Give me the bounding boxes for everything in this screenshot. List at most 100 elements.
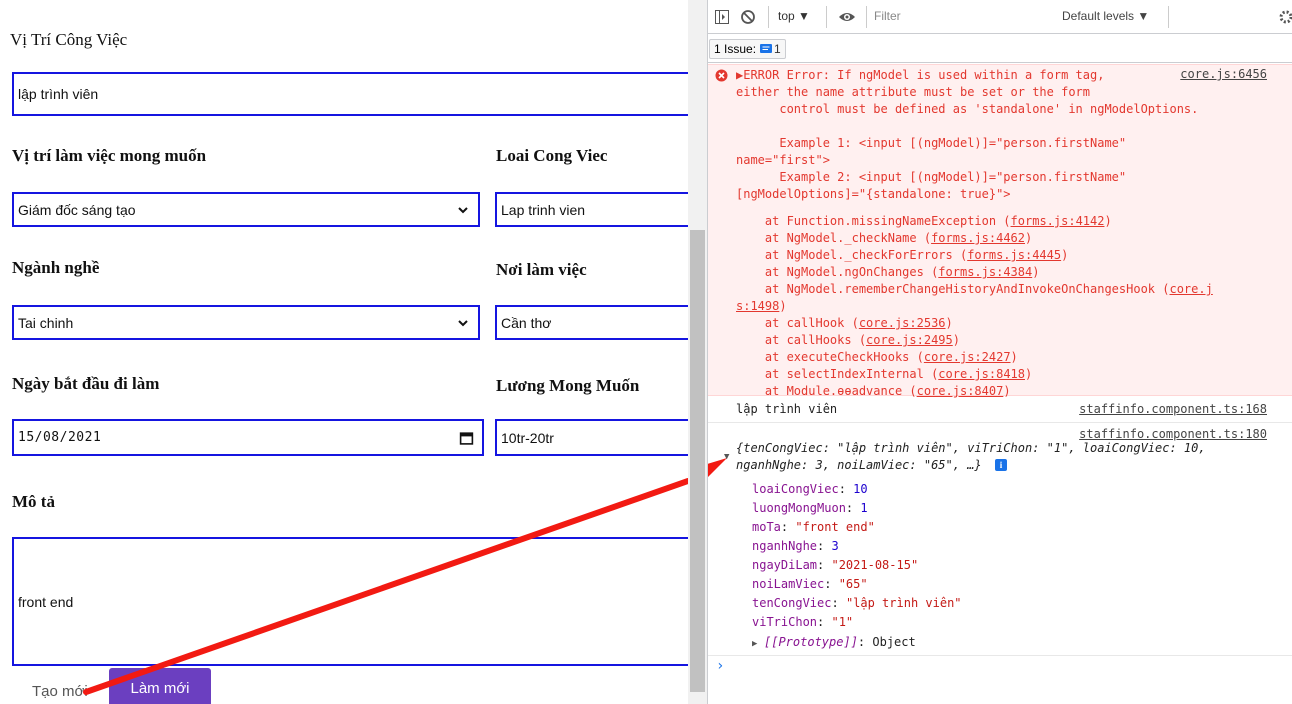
- stack-frame-tail: ): [1025, 231, 1033, 245]
- stack-frame-text: at NgModel._checkName (: [736, 231, 932, 245]
- stack-frame-link[interactable]: s:1498: [736, 299, 779, 313]
- info-icon[interactable]: i: [995, 459, 1007, 471]
- console-toolbar: top ▼ Filter Default levels ▼: [708, 0, 1292, 34]
- stack-frame-tail: ): [1003, 384, 1011, 398]
- property-key: loaiCongViec: [752, 482, 839, 496]
- stack-frame: at callHook (core.js:2536): [736, 315, 953, 332]
- log-levels-dropdown[interactable]: Default levels ▼: [1062, 9, 1149, 23]
- eye-icon[interactable]: [838, 9, 856, 25]
- issues-label: 1 Issue:: [714, 42, 757, 56]
- stack-frame-tail: ): [945, 316, 953, 330]
- stack-frame-link[interactable]: core.js:2536: [859, 316, 946, 330]
- property-value: 10: [853, 482, 868, 496]
- error-source-link[interactable]: core.js:6456: [1180, 67, 1267, 81]
- property-key: nganhNghe: [752, 539, 818, 553]
- prototype-key: [[Prototype]]: [764, 635, 858, 649]
- stack-frame-text: at selectIndexInternal (: [736, 367, 939, 381]
- expand-triangle-icon[interactable]: ▶: [752, 639, 757, 649]
- object-summary-line-2[interactable]: nganhNghe: 3, noiLamViec: "65", …}: [736, 457, 982, 474]
- property-key: luongMongMuon: [752, 501, 846, 515]
- stack-frame-link[interactable]: forms.js:4142: [1011, 214, 1105, 228]
- object-property[interactable]: tenCongViec: "lập trình viên": [752, 594, 962, 613]
- property-separator: :: [817, 615, 832, 629]
- property-value: 3: [831, 539, 839, 553]
- annotation-arrow: [83, 478, 688, 695]
- property-key: viTriChon: [752, 615, 818, 629]
- object-property[interactable]: noiLamViec: "65": [752, 575, 868, 594]
- property-separator: :: [845, 501, 861, 515]
- stack-frame-text: at NgModel._checkForErrors (: [736, 248, 968, 262]
- property-key: noiLamViec: [752, 577, 825, 591]
- stack-frame-text: at executeCheckHooks (: [736, 350, 924, 364]
- stack-frame-tail: ): [1025, 367, 1033, 381]
- object-summary-line-1[interactable]: {tenCongViec: "lập trình viên", viTriCho…: [736, 440, 1206, 457]
- stack-frame: at Function.missingNameException (forms.…: [736, 213, 1112, 230]
- property-value: "65": [838, 577, 868, 591]
- expand-triangle-icon[interactable]: ▼: [724, 452, 729, 462]
- object-property[interactable]: viTriChon: "1": [752, 613, 853, 632]
- stack-frame-text: at Module.ɵɵadvance (: [736, 384, 917, 398]
- stack-frame-text: at callHook (: [736, 316, 859, 330]
- log-entry-object: staffinfo.component.ts:180 ▼ {tenCongVie…: [708, 424, 1292, 656]
- property-separator: :: [838, 482, 854, 496]
- stack-frame-link[interactable]: forms.js:4445: [967, 248, 1061, 262]
- property-separator: :: [831, 596, 846, 610]
- stack-frame-link[interactable]: core.js:8418: [938, 367, 1025, 381]
- stack-frame: s:1498): [736, 298, 787, 315]
- property-separator: :: [817, 539, 832, 553]
- filter-input[interactable]: Filter: [874, 9, 1044, 23]
- error-message: ▶ERROR Error: If ngModel is used within …: [708, 64, 1292, 398]
- stack-frame-tail: ): [1061, 248, 1069, 262]
- error-line: Example 2: <input [(ngModel)]="person.fi…: [736, 170, 1127, 184]
- object-property[interactable]: ngayDiLam: "2021-08-15": [752, 556, 918, 575]
- object-property[interactable]: nganhNghe: 3: [752, 537, 839, 556]
- stack-frame-link[interactable]: core.js:2427: [924, 350, 1011, 364]
- stack-frame-link[interactable]: forms.js:4384: [938, 265, 1032, 279]
- issues-count: 1: [774, 42, 781, 56]
- stack-frame-tail: ): [952, 333, 960, 347]
- stack-frame-link[interactable]: core.j: [1169, 282, 1212, 296]
- sidebar-toggle-icon[interactable]: [714, 9, 730, 25]
- stack-frame: at NgModel.ngOnChanges (forms.js:4384): [736, 264, 1040, 281]
- page-scrollbar[interactable]: [688, 0, 707, 704]
- settings-gear-icon[interactable]: [1278, 9, 1292, 25]
- stack-frame-link[interactable]: forms.js:4462: [931, 231, 1025, 245]
- stack-frame: at NgModel._checkName (forms.js:4462): [736, 230, 1032, 247]
- object-property[interactable]: loaiCongViec: 10: [752, 480, 868, 499]
- stack-frame-text: at NgModel.rememberChangeHistoryAndInvok…: [736, 282, 1170, 296]
- log-source-link[interactable]: staffinfo.component.ts:168: [1079, 402, 1267, 416]
- console-prompt[interactable]: ›: [716, 658, 724, 674]
- stack-frame-text: at NgModel.ngOnChanges (: [736, 265, 939, 279]
- object-property[interactable]: moTa: "front end": [752, 518, 875, 537]
- prototype-row[interactable]: [[Prototype]]: Object: [764, 633, 916, 652]
- clear-console-icon[interactable]: [740, 9, 756, 25]
- context-selector[interactable]: top ▼: [778, 9, 810, 23]
- error-line: [ngModelOptions]="{standalone: true}">: [736, 187, 1011, 201]
- error-line: name="first">: [736, 153, 830, 167]
- error-line: ▶ERROR Error: If ngModel is used within …: [736, 68, 1105, 82]
- property-separator: :: [780, 520, 796, 534]
- issues-button[interactable]: 1 Issue: 1: [709, 39, 786, 59]
- log-entry: lập trình viên staffinfo.component.ts:16…: [708, 397, 1292, 423]
- toolbar-divider: [768, 6, 769, 28]
- stack-frame-tail: ): [1010, 350, 1018, 364]
- devtools-console: top ▼ Filter Default levels ▼ 1 Issue: 1…: [707, 0, 1292, 704]
- stack-frame: at NgModel._checkForErrors (forms.js:444…: [736, 247, 1068, 264]
- error-icon: [715, 69, 728, 82]
- issues-bar: 1 Issue: 1: [708, 35, 1292, 63]
- stack-frame-tail: ): [1032, 265, 1040, 279]
- scrollbar-thumb[interactable]: [690, 230, 705, 692]
- error-line: control must be defined as 'standalone' …: [736, 102, 1199, 116]
- stack-frame-tail: ): [1104, 214, 1112, 228]
- stack-frame: at callHooks (core.js:2495): [736, 332, 960, 349]
- property-value: "2021-08-15": [831, 558, 919, 572]
- issues-badge: 1: [760, 42, 781, 56]
- error-line: Example 1: <input [(ngModel)]="person.fi…: [736, 136, 1127, 150]
- stack-frame-link[interactable]: core.js:8407: [917, 384, 1004, 398]
- object-property[interactable]: luongMongMuon: 1: [752, 499, 868, 518]
- property-separator: :: [817, 558, 832, 572]
- toolbar-divider: [1168, 6, 1169, 28]
- property-value: "lập trình viên": [845, 596, 962, 610]
- stack-frame-link[interactable]: core.js:2495: [866, 333, 953, 347]
- log-source-link[interactable]: staffinfo.component.ts:180: [1079, 427, 1267, 441]
